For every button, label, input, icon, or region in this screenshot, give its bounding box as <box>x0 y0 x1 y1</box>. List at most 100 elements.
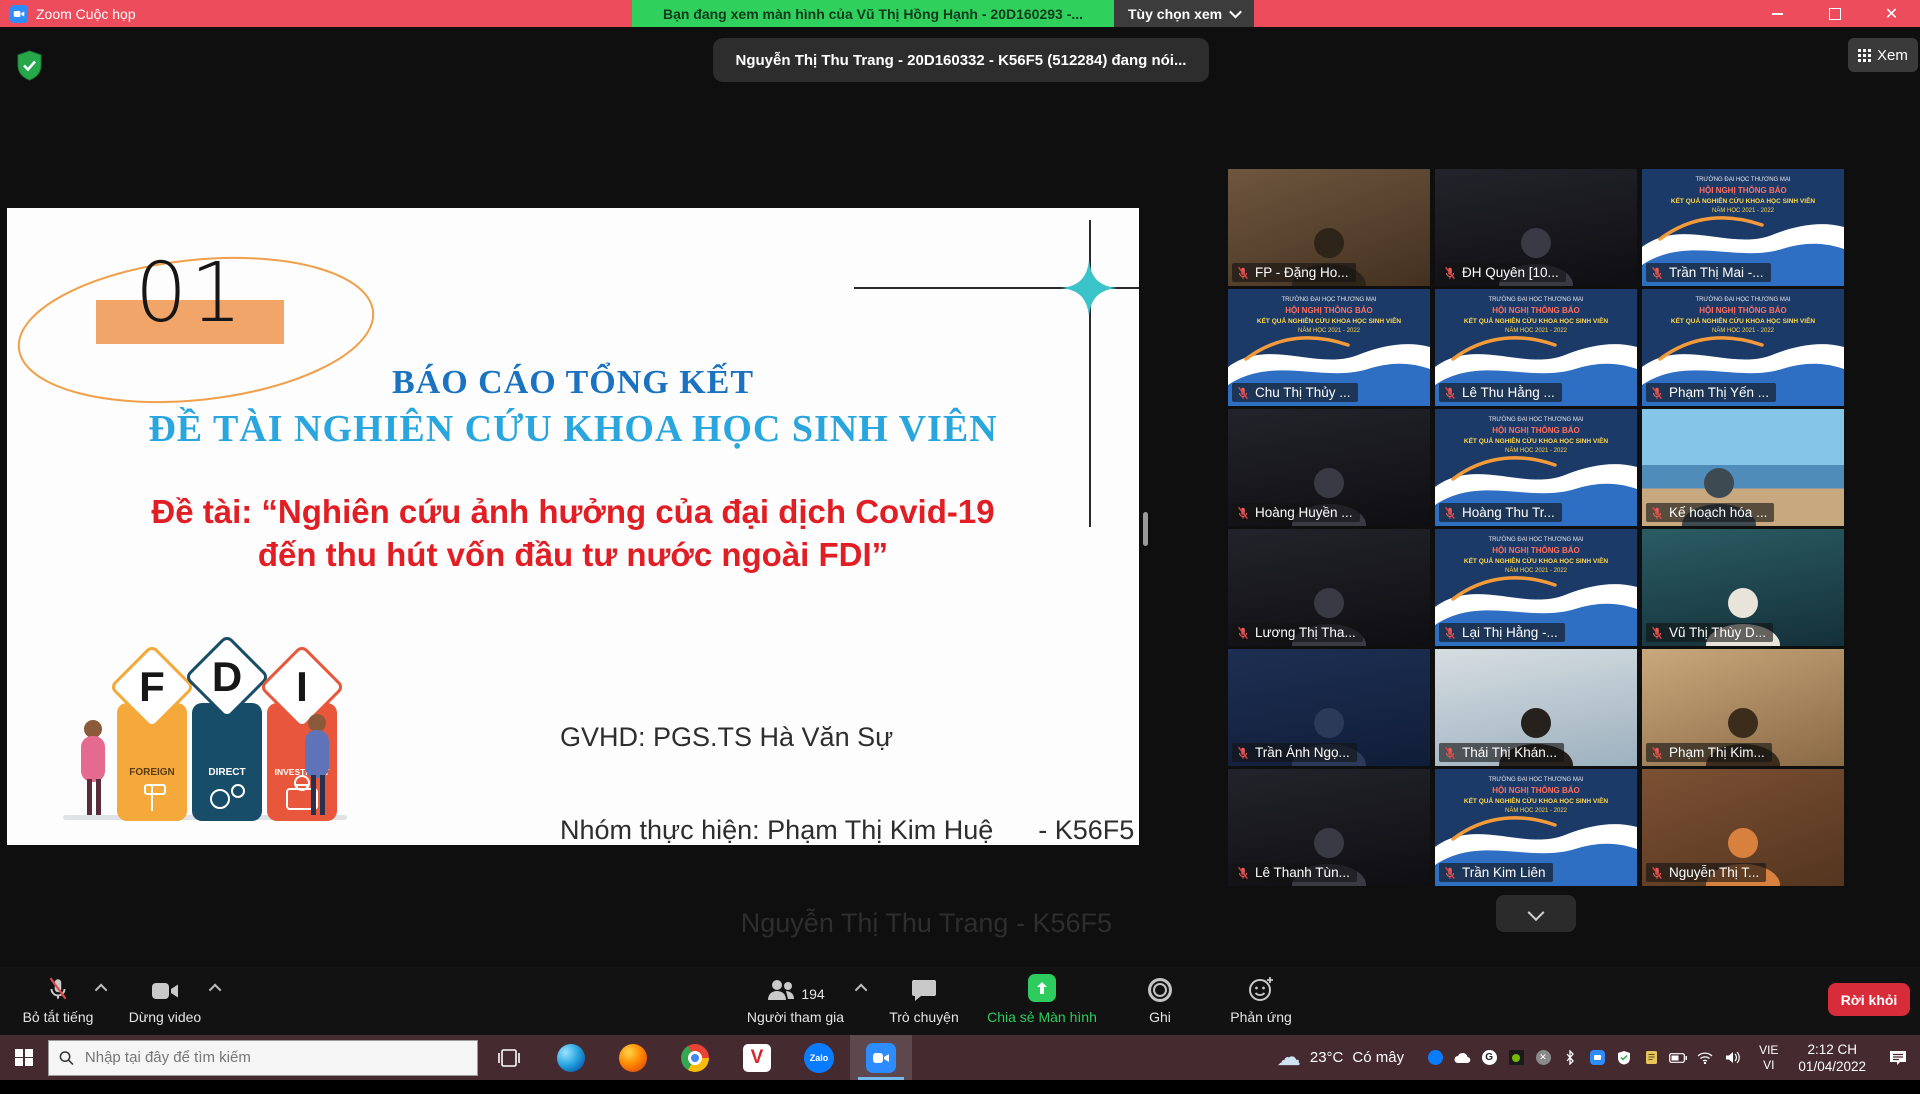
battery-tray-icon[interactable] <box>1669 1049 1687 1067</box>
participant-tile[interactable]: TRƯỜNG ĐẠI HỌC THƯƠNG MẠI HỘI NGHỊ THÔNG… <box>1228 289 1430 406</box>
participant-name: Trần Kim Liên <box>1462 865 1546 880</box>
screen: { "titlebar": { "title": "Zoom Cuộc họp"… <box>0 0 1920 1080</box>
svg-text:NĂM HỌC 2021 - 2022: NĂM HỌC 2021 - 2022 <box>1505 567 1568 574</box>
unmute-button[interactable]: Bỏ tắt tiếng <box>14 974 102 1025</box>
participant-tile[interactable]: FP - Đặng Ho... <box>1228 169 1430 286</box>
nvidia-tray-icon[interactable] <box>1507 1049 1525 1067</box>
language-line1: VIE <box>1759 1043 1778 1058</box>
taskbar-chrome[interactable] <box>664 1035 726 1080</box>
taskbar-zoom[interactable] <box>850 1035 912 1080</box>
participant-name: Lê Thu Hằng ... <box>1462 385 1555 400</box>
mic-muted-icon <box>1650 626 1664 640</box>
grid-more-button[interactable] <box>1496 895 1576 932</box>
bluetooth-tray-icon[interactable] <box>1561 1049 1579 1067</box>
participant-tile[interactable]: TRƯỜNG ĐẠI HỌC THƯƠNG MẠI HỘI NGHỊ THÔNG… <box>1642 169 1844 286</box>
participant-tile[interactable]: Hoàng Huyền ... <box>1228 409 1430 526</box>
participant-name: Hoàng Thu Tr... <box>1462 505 1555 520</box>
taskbar-edge[interactable] <box>540 1035 602 1080</box>
shared-slide: 01 BÁO CÁO TỔNG KẾT ĐỀ TÀI NGHIÊN CỨU KH… <box>7 208 1139 845</box>
svg-text:D: D <box>212 653 242 700</box>
taskbar-firefox[interactable] <box>602 1035 664 1080</box>
g-tray-icon[interactable]: G <box>1480 1049 1498 1067</box>
svg-text:TRƯỜNG ĐẠI HỌC THƯƠNG MẠI: TRƯỜNG ĐẠI HỌC THƯƠNG MẠI <box>1695 176 1790 183</box>
info-doc-tray-icon[interactable] <box>1642 1049 1660 1067</box>
svg-text:HỘI NGHỊ THÔNG BÁO: HỘI NGHỊ THÔNG BÁO <box>1285 306 1373 315</box>
record-button[interactable]: Ghi <box>1126 974 1194 1025</box>
section-number: 01 <box>135 246 245 341</box>
unmute-label: Bỏ tắt tiếng <box>23 1009 94 1025</box>
taskbar-v-app[interactable]: V <box>726 1035 788 1080</box>
share-screen-button[interactable]: Chia sẻ Màn hình <box>978 974 1106 1025</box>
close-button[interactable]: ✕ <box>1863 0 1920 27</box>
clock-time: 2:12 CH <box>1798 1041 1866 1058</box>
screen-share-banner: Bạn đang xem màn hình của Vũ Thị Hồng Hạ… <box>632 0 1114 27</box>
clock-date: 01/04/2022 <box>1798 1058 1866 1075</box>
participant-tile[interactable]: TRƯỜNG ĐẠI HỌC THƯƠNG MẠI HỘI NGHỊ THÔNG… <box>1435 769 1637 886</box>
participants-button[interactable]: 194 Người tham gia <box>738 974 853 1025</box>
participant-tile[interactable]: TRƯỜNG ĐẠI HỌC THƯƠNG MẠI HỘI NGHỊ THÔNG… <box>1435 529 1637 646</box>
view-options-button[interactable]: Tùy chọn xem <box>1114 0 1254 27</box>
participant-tile[interactable]: Kế hoạch hóa ... <box>1642 409 1844 526</box>
language-indicator[interactable]: VIE VI <box>1749 1043 1788 1073</box>
defender-tray-icon[interactable] <box>1615 1049 1633 1067</box>
share-scrollbar-handle[interactable] <box>1143 512 1148 546</box>
participants-options-chevron[interactable] <box>855 984 868 997</box>
maximize-button[interactable] <box>1806 0 1863 27</box>
participant-tile[interactable]: Lê Thanh Tùn... <box>1228 769 1430 886</box>
participant-tile[interactable]: TRƯỜNG ĐẠI HỌC THƯƠNG MẠI HỘI NGHỊ THÔNG… <box>1435 409 1637 526</box>
chat-label: Trò chuyện <box>889 1009 959 1025</box>
participant-tile[interactable]: Phạm Thị Kim... <box>1642 649 1844 766</box>
taskbar-zalo[interactable]: Zalo <box>788 1035 850 1080</box>
taskbar-clock[interactable]: 2:12 CH 01/04/2022 <box>1788 1041 1876 1075</box>
participant-name-tag: Nguyễn Thị T... <box>1646 863 1766 882</box>
search-input[interactable] <box>83 1048 467 1067</box>
mic-muted-icon <box>1443 386 1457 400</box>
reactions-button[interactable]: Phản ứng <box>1206 974 1316 1025</box>
action-center-button[interactable] <box>1876 1035 1920 1080</box>
svg-text:NĂM HỌC 2021 - 2022: NĂM HỌC 2021 - 2022 <box>1505 807 1568 814</box>
video-camera-icon <box>151 974 179 1002</box>
cloud-tray-icon[interactable] <box>1453 1049 1471 1067</box>
participant-tile[interactable]: Trần Ánh Ngọ... <box>1228 649 1430 766</box>
taskbar-weather[interactable]: ☁ 23°C Có mây <box>1263 1046 1418 1070</box>
view-options-label: Tùy chọn xem <box>1128 6 1222 22</box>
view-layout-button[interactable]: Xem <box>1848 38 1918 72</box>
participants-icon <box>766 978 796 1002</box>
volume-tray-icon[interactable] <box>1723 1049 1741 1067</box>
sync-error-tray-icon[interactable]: ✕ <box>1534 1049 1552 1067</box>
taskbar-search[interactable] <box>48 1040 478 1076</box>
participant-tile[interactable]: TRƯỜNG ĐẠI HỌC THƯƠNG MẠI HỘI NGHỊ THÔNG… <box>1642 289 1844 406</box>
zoom-tray-icon[interactable] <box>1588 1049 1606 1067</box>
participant-name: Trần Ánh Ngọ... <box>1255 745 1350 760</box>
participant-name-tag: Trần Ánh Ngọ... <box>1232 743 1357 762</box>
svg-text:DIRECT: DIRECT <box>208 767 245 778</box>
minimize-button[interactable] <box>1749 0 1806 27</box>
participant-tile[interactable]: TRƯỜNG ĐẠI HỌC THƯƠNG MẠI HỘI NGHỊ THÔNG… <box>1435 289 1637 406</box>
record-label: Ghi <box>1149 1009 1171 1025</box>
mic-muted-icon <box>1443 626 1457 640</box>
participant-tile[interactable]: Thái Thị Khán... <box>1435 649 1637 766</box>
participant-tile[interactable]: Nguyễn Thị T... <box>1642 769 1844 886</box>
participant-tile[interactable]: ĐH Quyên [10... <box>1435 169 1637 286</box>
stop-video-button[interactable]: Dừng video <box>120 974 210 1025</box>
mic-muted-icon <box>1236 506 1250 520</box>
zalo-tray-icon[interactable] <box>1426 1049 1444 1067</box>
participant-name: Lê Thanh Tùn... <box>1255 865 1350 880</box>
svg-text:HỘI NGHỊ THÔNG BÁO: HỘI NGHỊ THÔNG BÁO <box>1492 306 1580 315</box>
mic-muted-icon <box>1236 746 1250 760</box>
task-view-button[interactable] <box>478 1035 540 1080</box>
participant-tile[interactable]: Lương Thị Tha... <box>1228 529 1430 646</box>
mic-muted-icon <box>1236 386 1250 400</box>
video-options-chevron[interactable] <box>209 984 222 997</box>
start-button[interactable] <box>0 1035 48 1080</box>
svg-text:NĂM HỌC 2021 - 2022: NĂM HỌC 2021 - 2022 <box>1712 207 1775 214</box>
participant-name: Thái Thị Khán... <box>1462 745 1557 760</box>
wifi-tray-icon[interactable] <box>1696 1049 1714 1067</box>
leave-meeting-button[interactable]: Rời khỏi <box>1828 983 1910 1016</box>
security-shield-icon[interactable] <box>16 50 43 81</box>
mic-muted-icon <box>1650 386 1664 400</box>
zalo-icon: Zalo <box>804 1043 834 1073</box>
svg-text:I: I <box>296 663 308 710</box>
participant-tile[interactable]: Vũ Thị Thùy D... <box>1642 529 1844 646</box>
chat-button[interactable]: Trò chuyện <box>878 974 970 1025</box>
